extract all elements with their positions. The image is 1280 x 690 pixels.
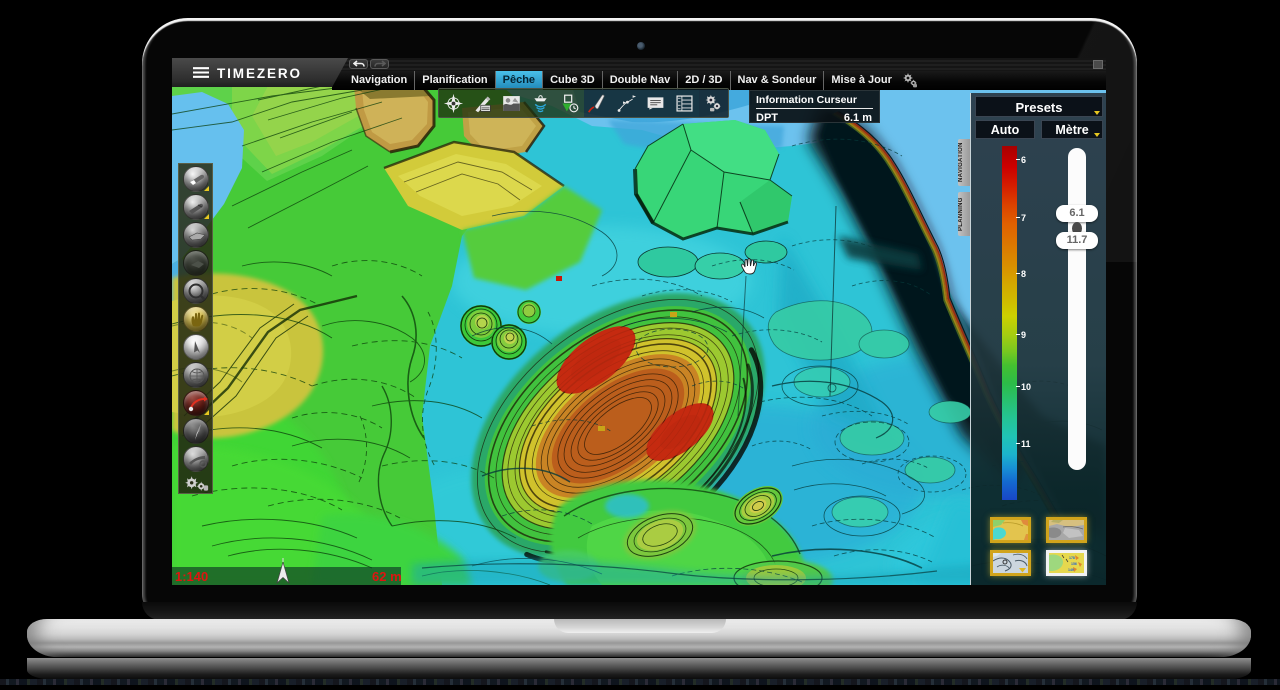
svg-text:149: 149 — [1068, 568, 1074, 572]
svg-text:156: 156 — [1071, 562, 1077, 566]
svg-text:1:140: 1:140 — [175, 569, 208, 584]
svg-text:178: 178 — [1069, 556, 1075, 560]
svg-text:62 m: 62 m — [372, 569, 402, 584]
